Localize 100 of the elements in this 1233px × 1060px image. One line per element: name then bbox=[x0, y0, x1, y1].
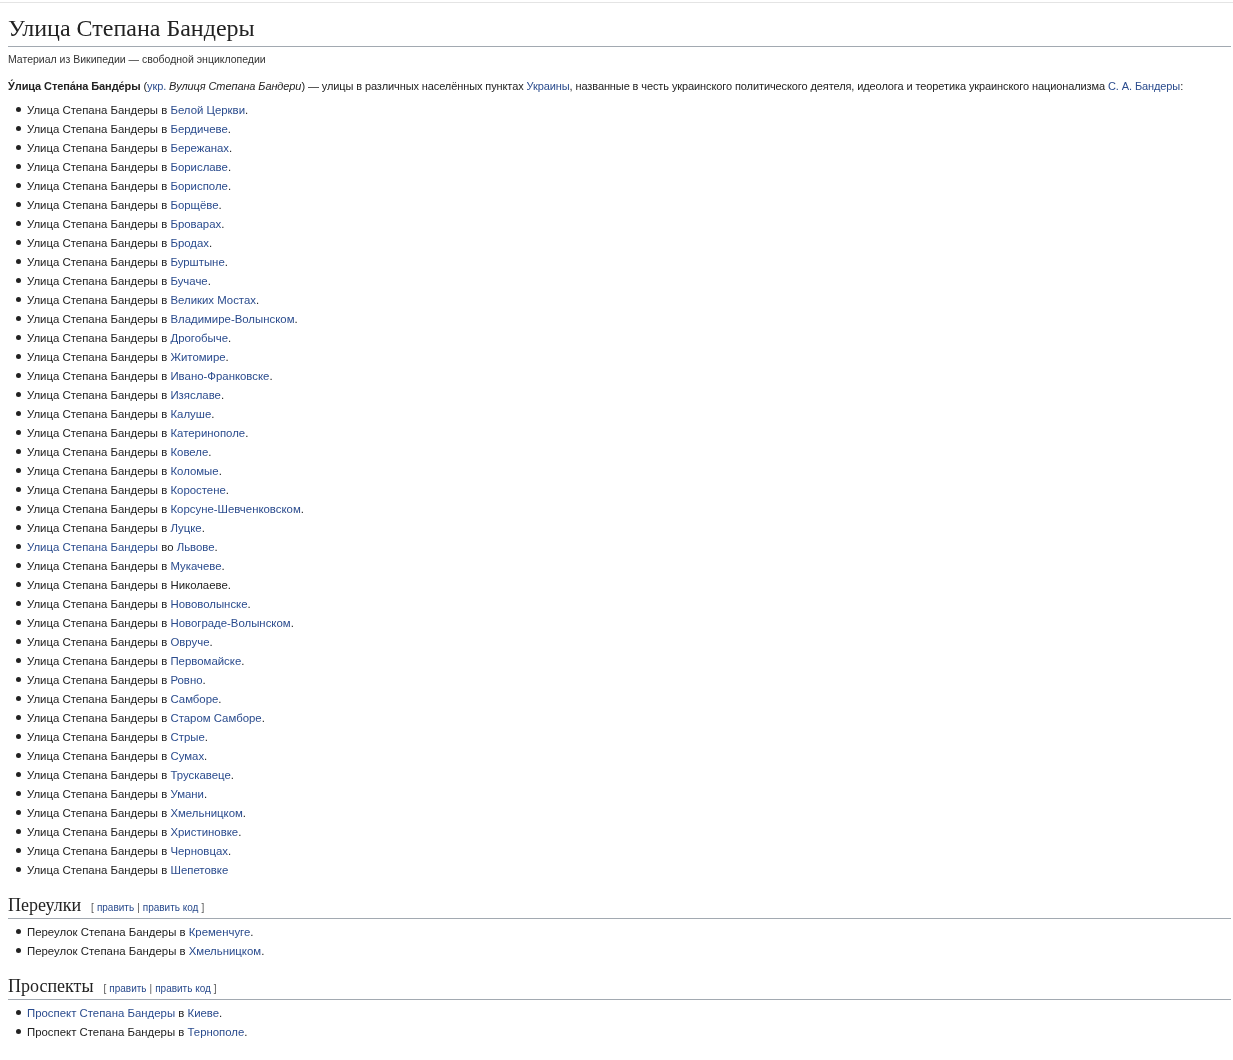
link[interactable]: Стрые bbox=[170, 730, 205, 743]
bullet-icon bbox=[16, 240, 21, 245]
bullet-icon bbox=[16, 525, 21, 530]
section-heading: Проспекты bbox=[8, 975, 94, 998]
edit-link[interactable]: править bbox=[96, 902, 135, 913]
bullet-icon bbox=[16, 316, 21, 321]
link[interactable]: Борисполе bbox=[170, 179, 228, 192]
link[interactable]: Бучаче bbox=[170, 274, 208, 287]
link[interactable]: Мукачеве bbox=[170, 559, 222, 572]
list-item: Улица Степана Бандеры в Белой Церкви. bbox=[27, 103, 249, 116]
bullet-icon bbox=[16, 582, 21, 587]
link[interactable]: Черновцах bbox=[170, 844, 228, 857]
link[interactable]: Украины bbox=[526, 80, 570, 92]
list-item: Улица Степана Бандеры в Первомайске. bbox=[27, 654, 245, 667]
link[interactable]: Житомире bbox=[170, 350, 226, 363]
bullet-icon bbox=[16, 411, 21, 416]
section-heading: Переулки bbox=[8, 894, 82, 917]
list-item: Улица Степана Бандеры в Борщёве. bbox=[27, 198, 222, 211]
bullet-icon bbox=[16, 867, 21, 872]
list-item: Улица Степана Бандеры в Бродах. bbox=[27, 236, 213, 249]
list-item: Улица Степана Бандеры в Старом Самборе. bbox=[27, 711, 265, 724]
link[interactable]: Дрогобыче bbox=[170, 331, 229, 344]
link[interactable]: Корсуне-Шевченковском bbox=[170, 502, 301, 515]
bullet-icon bbox=[16, 848, 21, 853]
list-item: Улица Степана Бандеры в Ровно. bbox=[27, 673, 206, 686]
list-item: Улица Степана Бандеры в Калуше. bbox=[27, 407, 215, 420]
list-item: Улица Степана Бандеры во Львове. bbox=[27, 540, 218, 553]
link[interactable]: Великих Мостах bbox=[170, 293, 256, 306]
link[interactable]: Белой Церкви bbox=[170, 103, 245, 116]
bullet-icon bbox=[16, 487, 21, 492]
list-item: Улица Степана Бандеры в Борисполе. bbox=[27, 179, 232, 192]
link[interactable]: Катеринополе bbox=[170, 426, 246, 439]
bullet-icon bbox=[16, 601, 21, 606]
edit-separator: | bbox=[149, 983, 153, 994]
link[interactable]: Улица Степана Бандеры bbox=[27, 540, 159, 553]
list-item: Улица Степана Бандеры в Трускавеце. bbox=[27, 768, 234, 781]
link[interactable]: Хмельницком bbox=[170, 806, 243, 819]
link[interactable]: Старом Самборе bbox=[170, 711, 262, 724]
bullet-icon bbox=[16, 183, 21, 188]
list-item: Проспект Степана Бандеры в Тернополе. bbox=[27, 1025, 248, 1038]
link[interactable]: Шепетовке bbox=[170, 863, 229, 876]
list-item: Проспект Степана Бандеры в Киеве. bbox=[27, 1006, 223, 1019]
edit-separator: ] bbox=[201, 902, 205, 913]
bullet-icon bbox=[16, 639, 21, 644]
bullet-icon bbox=[16, 278, 21, 283]
list-item: Улица Степана Бандеры в Житомире. bbox=[27, 350, 229, 363]
list-item: Улица Степана Бандеры в Овруче. bbox=[27, 635, 213, 648]
list-item: Улица Степана Бандеры в Бориславе. bbox=[27, 160, 232, 173]
edit-separator: [ bbox=[91, 902, 94, 913]
link[interactable]: Ровно bbox=[170, 673, 203, 686]
edit-separator: [ bbox=[103, 983, 107, 994]
bullet-icon bbox=[16, 563, 21, 568]
list-item: Улица Степана Бандеры в Николаеве. bbox=[27, 578, 231, 591]
list-item: Улица Степана Бандеры в Бердичеве. bbox=[27, 122, 232, 135]
list-item: Улица Степана Бандеры в Броварах. bbox=[27, 217, 225, 230]
link[interactable]: Изяславе bbox=[170, 388, 221, 401]
list-item: Улица Степана Бандеры в Шепетовке bbox=[27, 863, 229, 876]
link[interactable]: Нововолынске bbox=[170, 597, 248, 610]
bullet-icon bbox=[16, 715, 21, 720]
link[interactable]: Луцке bbox=[170, 521, 202, 534]
list-item: Улица Степана Бандеры в Бучаче. bbox=[27, 274, 211, 287]
link[interactable]: Проспект Степана Бандеры bbox=[27, 1006, 176, 1019]
bullet-icon bbox=[16, 810, 21, 815]
bullet-icon bbox=[16, 753, 21, 758]
bullet-icon bbox=[16, 354, 21, 359]
list-item: Улица Степана Бандеры в Дрогобыче. bbox=[27, 331, 232, 344]
list-item: Улица Степана Бандеры в Сумах. bbox=[27, 749, 208, 762]
link[interactable]: укр. bbox=[147, 80, 167, 92]
bullet-icon bbox=[16, 202, 21, 207]
bullet-icon bbox=[16, 620, 21, 625]
intro-paragraph: У́лица Степа́на Банде́ры (укр. Вулиця Степана Бандери) — улицы в различных населённых пунктах Украины, названные в честь украинского политического деятеля, идеолога и теоретика украинского национализма С. А. Бандеры: bbox=[8, 78, 1185, 94]
link[interactable]: Львове bbox=[176, 540, 215, 553]
list-item: Улица Степана Бандеры в Владимире-Волынском. bbox=[27, 312, 298, 325]
bullet-icon bbox=[16, 392, 21, 397]
bullet-icon bbox=[16, 772, 21, 777]
link[interactable]: Коростене bbox=[170, 483, 226, 496]
edit-link[interactable]: править bbox=[109, 983, 147, 994]
edit-separator: | bbox=[137, 902, 140, 913]
list-item: Улица Степана Бандеры в Самборе. bbox=[27, 692, 222, 705]
list-item: Улица Степана Бандеры в Бережанах. bbox=[27, 141, 233, 154]
link[interactable]: Киеве bbox=[187, 1006, 220, 1019]
link[interactable]: Бориславе bbox=[170, 160, 228, 173]
link[interactable]: Христиновке bbox=[170, 825, 239, 838]
bullet-icon bbox=[16, 948, 21, 953]
link[interactable]: Бурштыне bbox=[170, 255, 225, 268]
bullet-icon bbox=[16, 506, 21, 511]
link[interactable]: Новограде-Волынском bbox=[170, 616, 291, 629]
link[interactable]: Коломые bbox=[170, 464, 219, 477]
link[interactable]: Овруче bbox=[170, 635, 210, 648]
link[interactable]: Умани bbox=[170, 787, 204, 800]
link[interactable]: Трускавеце bbox=[170, 768, 231, 781]
link[interactable]: Бродах bbox=[170, 236, 209, 249]
bullet-icon bbox=[16, 1010, 21, 1015]
edit-link[interactable]: править код bbox=[155, 983, 211, 994]
bullet-icon bbox=[16, 734, 21, 739]
bullet-icon bbox=[16, 221, 21, 226]
link[interactable]: Борщёве bbox=[170, 198, 219, 211]
list-item: Улица Степана Бандеры в Бурштыне. bbox=[27, 255, 228, 268]
edit-link[interactable]: править код bbox=[142, 902, 199, 913]
link[interactable]: Бердичеве bbox=[170, 122, 228, 135]
